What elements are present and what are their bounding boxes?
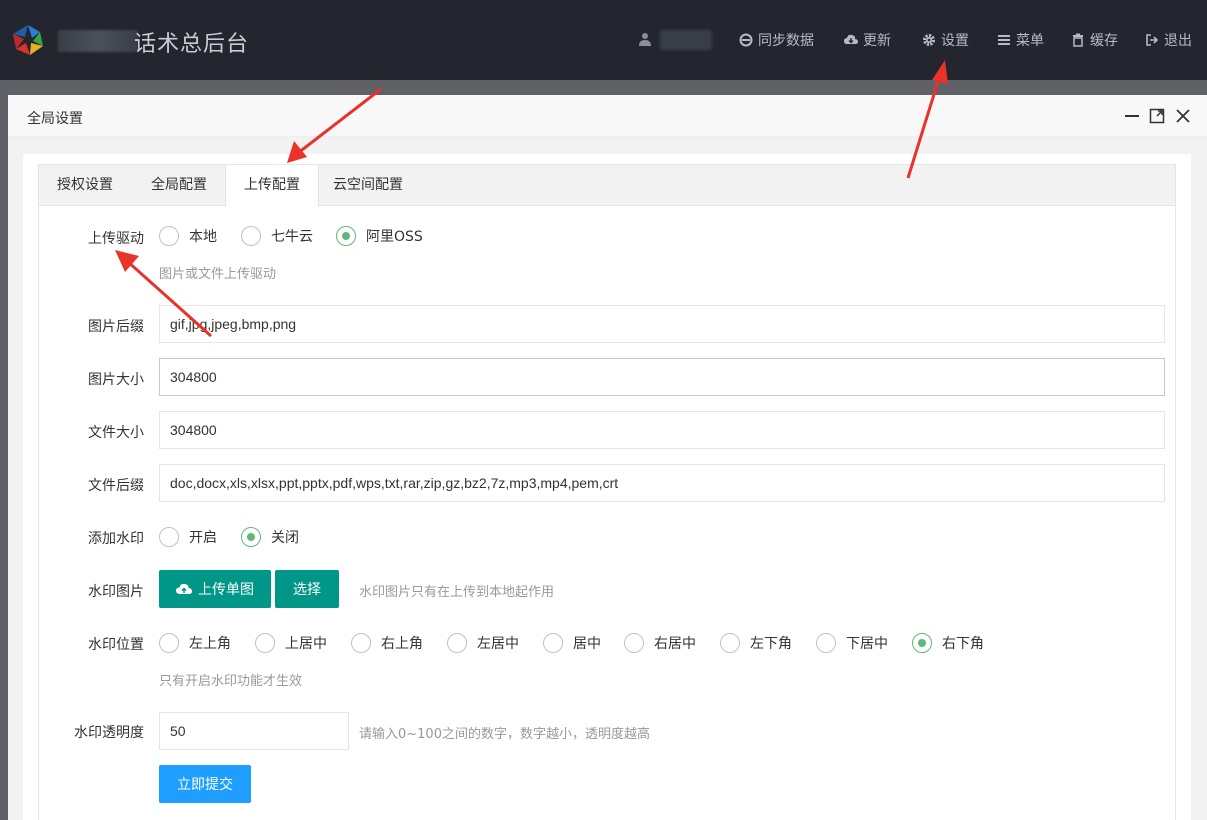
minimize-icon[interactable] (1123, 107, 1141, 125)
nav-label: 设置 (941, 33, 969, 49)
nav-label: 菜单 (1016, 33, 1044, 49)
image-ext-input[interactable] (159, 305, 1165, 343)
tab-upload-config[interactable]: 上传配置 (225, 165, 319, 207)
radio-label: 右下角 (942, 636, 984, 652)
radio-label: 本地 (189, 229, 217, 245)
radio-pos-middle-left[interactable]: 左居中 (447, 633, 519, 653)
radio-circle-checked (241, 527, 261, 547)
menu-icon (998, 35, 1010, 45)
image-size-label: 图片大小 (88, 372, 144, 388)
user-icon (639, 33, 651, 46)
radio-circle (447, 633, 467, 653)
tab-bar: 授权设置 全局配置 上传配置 云空间配置 (39, 165, 1175, 207)
watermark-image-label: 水印图片 (88, 584, 144, 600)
trash-icon (1073, 33, 1083, 47)
nav-menu[interactable]: 菜单 (997, 30, 1044, 50)
radio-driver-local[interactable]: 本地 (159, 226, 217, 246)
watermark-position-label: 水印位置 (88, 637, 144, 653)
watermark-position-hint: 只有开启水印功能才生效 (159, 674, 303, 689)
cloud-download-icon (844, 34, 858, 44)
radio-label: 右上角 (381, 636, 423, 652)
sign-out-icon (1146, 34, 1159, 46)
radio-label: 上居中 (285, 636, 327, 652)
redacted-title (58, 30, 138, 52)
radio-pos-bottom-right[interactable]: 右下角 (912, 633, 984, 653)
file-ext-label: 文件后缀 (88, 478, 144, 494)
radio-circle (816, 633, 836, 653)
radio-circle (255, 633, 275, 653)
radio-label: 左上角 (189, 636, 231, 652)
radio-label: 关闭 (271, 530, 299, 546)
cloud-upload-icon (176, 583, 192, 594)
radio-pos-top-center[interactable]: 上居中 (255, 633, 327, 653)
redacted-username (660, 30, 712, 50)
close-icon[interactable] (1174, 107, 1192, 125)
submit-button[interactable]: 立即提交 (159, 765, 251, 803)
nav-label: 更新 (863, 33, 891, 49)
modal-header: 全局设置 (8, 95, 1207, 137)
radio-driver-qiniu[interactable]: 七牛云 (241, 226, 313, 246)
radio-label: 右居中 (654, 636, 696, 652)
ie-icon (739, 33, 753, 47)
nav-label: 同步数据 (758, 33, 814, 49)
select-image-button[interactable]: 选择 (275, 570, 339, 608)
nav-settings[interactable]: 设置 (922, 30, 969, 50)
radio-label: 左下角 (750, 636, 792, 652)
watermark-opacity-hint: 请输入0~100之间的数字，数字越小，透明度越高 (359, 727, 650, 742)
image-ext-label: 图片后缀 (88, 319, 144, 335)
upload-button-label: 上传单图 (198, 582, 254, 598)
upload-image-button[interactable]: 上传单图 (159, 570, 271, 608)
watermark-opacity-label: 水印透明度 (74, 725, 144, 741)
tab-auth-settings[interactable]: 授权设置 (39, 165, 131, 206)
nav-logout[interactable]: 退出 (1145, 30, 1192, 50)
radio-circle (543, 633, 563, 653)
radio-pos-bottom-left[interactable]: 左下角 (720, 633, 792, 653)
radio-circle-checked (336, 226, 356, 246)
file-size-label: 文件大小 (88, 425, 144, 441)
nav-label: 缓存 (1090, 33, 1118, 49)
tab-cloud-config[interactable]: 云空间配置 (315, 165, 421, 206)
radio-circle (624, 633, 644, 653)
radio-label: 七牛云 (271, 229, 313, 245)
maximize-icon[interactable] (1148, 107, 1166, 125)
radio-watermark-on[interactable]: 开启 (159, 527, 217, 547)
radio-circle (159, 226, 179, 246)
radio-pos-bottom-center[interactable]: 下居中 (816, 633, 888, 653)
radio-label: 下居中 (846, 636, 888, 652)
gear-icon (923, 34, 935, 46)
watermark-label: 添加水印 (88, 531, 144, 547)
nav-label: 退出 (1164, 33, 1192, 49)
radio-circle (159, 527, 179, 547)
watermark-opacity-input[interactable] (159, 712, 349, 750)
watermark-image-hint: 水印图片只有在上传到本地起作用 (359, 585, 555, 600)
modal-title: 全局设置 (27, 111, 83, 127)
app-title: 话术总后台 (134, 32, 250, 57)
radio-watermark-off[interactable]: 关闭 (241, 527, 299, 547)
radio-pos-center[interactable]: 居中 (543, 633, 601, 653)
app-logo (13, 25, 43, 55)
radio-label: 居中 (573, 636, 601, 652)
upload-driver-hint: 图片或文件上传驱动 (159, 267, 277, 282)
radio-circle (159, 633, 179, 653)
radio-label: 开启 (189, 530, 217, 546)
radio-pos-top-left[interactable]: 左上角 (159, 633, 231, 653)
top-bar: 话术总后台 同步数据 更新 设置 菜单 缓存 退出 (0, 0, 1207, 80)
radio-driver-aliyun-oss[interactable]: 阿里OSS (336, 226, 423, 246)
radio-circle-checked (912, 633, 932, 653)
file-size-input[interactable] (159, 411, 1165, 449)
radio-circle (720, 633, 740, 653)
radio-label: 阿里OSS (366, 229, 423, 245)
radio-label: 左居中 (477, 636, 519, 652)
nav-update[interactable]: 更新 (844, 30, 891, 50)
nav-sync-data[interactable]: 同步数据 (739, 30, 814, 50)
upload-driver-label: 上传驱动 (88, 231, 144, 247)
file-ext-input[interactable] (159, 464, 1165, 502)
tab-global-config[interactable]: 全局配置 (133, 165, 225, 206)
nav-cache[interactable]: 缓存 (1071, 30, 1118, 50)
image-size-input[interactable] (159, 358, 1165, 396)
radio-circle (241, 226, 261, 246)
radio-pos-middle-right[interactable]: 右居中 (624, 633, 696, 653)
radio-circle (351, 633, 371, 653)
radio-pos-top-right[interactable]: 右上角 (351, 633, 423, 653)
